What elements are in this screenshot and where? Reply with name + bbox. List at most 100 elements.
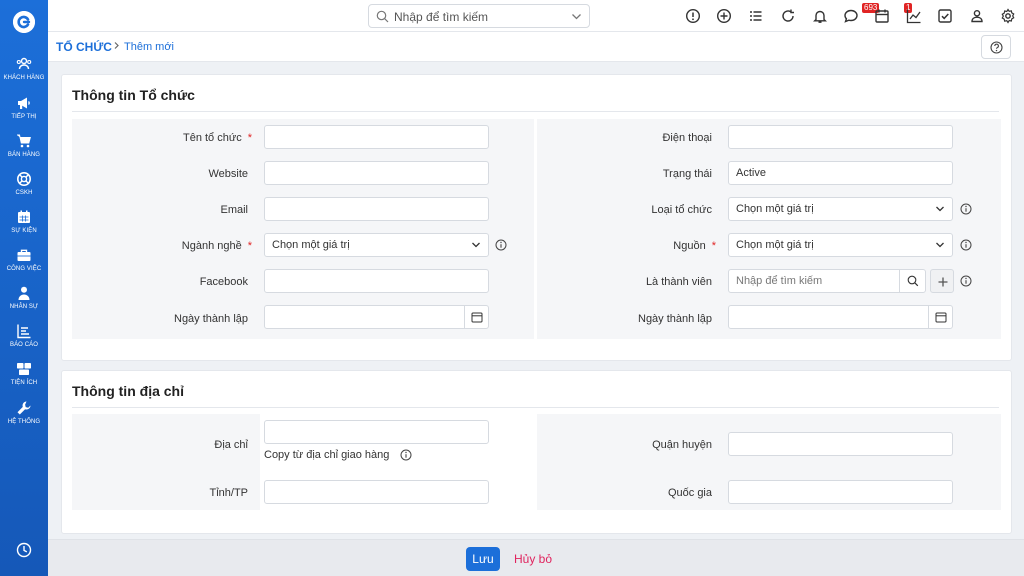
info-icon[interactable]: [400, 449, 412, 461]
person-icon: [18, 286, 30, 300]
form-footer: Lưu Hủy bỏ: [48, 539, 1024, 576]
org-name-input[interactable]: [264, 125, 489, 149]
chevron-down-icon: [572, 14, 581, 20]
info-icon[interactable]: [495, 239, 507, 251]
member-search-button[interactable]: [899, 270, 925, 292]
question-circle-icon: [990, 41, 1003, 54]
calendar-icon[interactable]: [874, 8, 890, 24]
sidebar-item-utilities[interactable]: TIỆN ÍCH: [0, 361, 48, 397]
founded-date-input[interactable]: [264, 305, 489, 329]
sidebar-item-support[interactable]: CSKH: [0, 171, 48, 207]
search-icon: [907, 275, 919, 287]
industry-label: Ngành nghề *: [181, 240, 252, 252]
cancel-button[interactable]: Hủy bỏ: [514, 552, 552, 566]
info-icon[interactable]: [960, 239, 972, 251]
sidebar-item-hr[interactable]: NHÂN SỰ: [0, 285, 48, 321]
copy-shipping-address-link[interactable]: Copy từ địa chỉ giao hàng: [264, 449, 389, 461]
website-input[interactable]: [264, 161, 489, 185]
facebook-input[interactable]: [264, 269, 489, 293]
alert-circle-icon[interactable]: [685, 8, 701, 24]
founded-date-input[interactable]: [728, 305, 953, 329]
section-title: Thông tin Tổ chức: [72, 87, 195, 103]
clock-icon[interactable]: [16, 542, 32, 558]
brand-logo-icon[interactable]: [13, 11, 35, 33]
sidebar-item-customers[interactable]: KHÁCH HÀNG: [0, 56, 48, 92]
date-picker-button[interactable]: [464, 306, 488, 328]
chat-icon[interactable]: [843, 8, 859, 24]
district-label: Quận huyện: [652, 439, 712, 451]
district-input[interactable]: [728, 432, 953, 456]
member-of-placeholder: Nhập để tìm kiếm: [736, 275, 823, 287]
save-button[interactable]: Lưu: [466, 547, 500, 571]
sidebar-item-label: BÁN HÀNG: [7, 152, 41, 158]
sidebar-item-system[interactable]: HỆ THỐNG: [0, 400, 48, 436]
report-icon: [17, 324, 31, 339]
address-label: Địa chỉ: [214, 439, 248, 451]
divider: [72, 407, 999, 408]
required-mark: *: [711, 240, 716, 252]
country-label: Quốc gia: [667, 487, 712, 499]
add-member-button[interactable]: [930, 269, 954, 293]
help-button[interactable]: [981, 35, 1011, 59]
sidebar-item-label: BÁO CÁO: [9, 342, 39, 348]
megaphone-icon: [18, 97, 30, 109]
sidebar-item-label: SỰ KIỆN: [11, 228, 37, 234]
calendar-icon: [18, 210, 30, 223]
sidebar-item-marketing[interactable]: TIẾP THỊ: [0, 95, 48, 131]
checkbox-icon[interactable]: [937, 8, 953, 24]
founded-date-label: Ngày thành lập: [174, 313, 248, 325]
info-icon[interactable]: [960, 203, 972, 215]
industry-select[interactable]: Chọn một giá trị: [264, 233, 489, 257]
phone-label: Điện thoại: [662, 132, 712, 144]
wrench-icon: [17, 401, 31, 415]
status-label: Trạng thái: [662, 168, 712, 180]
org-type-select-value: Chọn một giá trị: [736, 203, 814, 215]
info-icon[interactable]: [960, 275, 972, 287]
address-input[interactable]: [264, 420, 489, 444]
lifebuoy-icon: [17, 172, 31, 186]
customers-icon: [16, 57, 32, 70]
sidebar-item-label: TIỆN ÍCH: [10, 380, 38, 386]
sidebar-item-label: NHÂN SỰ: [9, 304, 39, 310]
plus-icon: [938, 277, 948, 287]
global-search-input[interactable]: Nhập để tìm kiếm: [368, 4, 590, 28]
country-input[interactable]: [728, 480, 953, 504]
topbar: Nhập để tìm kiếm 693 1: [48, 0, 1024, 32]
address-info-panel: Thông tin địa chỉ Địa chỉ Copy từ địa ch…: [61, 370, 1012, 534]
calendar-icon: [471, 312, 483, 323]
sidebar-item-label: TIẾP THỊ: [11, 114, 37, 120]
cart-icon: [17, 134, 31, 148]
member-of-search-input[interactable]: Nhập để tìm kiếm: [728, 269, 926, 293]
phone-input[interactable]: [728, 125, 953, 149]
sidebar-item-sales[interactable]: BÁN HÀNG: [0, 133, 48, 169]
province-input[interactable]: [264, 480, 489, 504]
founded-date-label: Ngày thành lập: [638, 313, 712, 325]
facebook-label: Facebook: [199, 276, 248, 288]
gear-icon[interactable]: [1000, 8, 1016, 24]
email-input[interactable]: [264, 197, 489, 221]
source-select[interactable]: Chọn một giá trị: [728, 233, 953, 257]
org-type-label: Loại tổ chức: [651, 204, 712, 216]
date-picker-button[interactable]: [928, 306, 952, 328]
source-select-value: Chọn một giá trị: [736, 239, 814, 251]
sidebar-item-events[interactable]: SỰ KIỆN: [0, 209, 48, 245]
bell-icon[interactable]: [812, 8, 828, 24]
org-name-label: Tên tổ chức *: [182, 132, 252, 144]
province-label: Tỉnh/TP: [209, 487, 248, 499]
section-title: Thông tin địa chỉ: [72, 383, 184, 399]
industry-select-value: Chọn một giá trị: [272, 239, 350, 251]
user-icon[interactable]: [969, 8, 985, 24]
chart-line-icon[interactable]: [906, 8, 922, 24]
status-input[interactable]: Active: [728, 161, 953, 185]
org-type-select[interactable]: Chọn một giá trị: [728, 197, 953, 221]
sidebar-item-reports[interactable]: BÁO CÁO: [0, 323, 48, 359]
sidebar-item-tasks[interactable]: CÔNG VIỆC: [0, 247, 48, 283]
refresh-icon[interactable]: [780, 8, 796, 24]
list-icon[interactable]: [748, 8, 764, 24]
sidebar-item-label: CSKH: [15, 190, 33, 196]
member-of-label: Là thành viên: [645, 276, 712, 288]
breadcrumb-module-link[interactable]: TỔ CHỨC: [56, 40, 112, 54]
sidebar: KHÁCH HÀNG TIẾP THỊ BÁN HÀNG CSKH SỰ KIỆ…: [0, 0, 48, 576]
add-circle-icon[interactable]: [716, 8, 732, 24]
sidebar-item-label: HỆ THỐNG: [7, 419, 41, 425]
